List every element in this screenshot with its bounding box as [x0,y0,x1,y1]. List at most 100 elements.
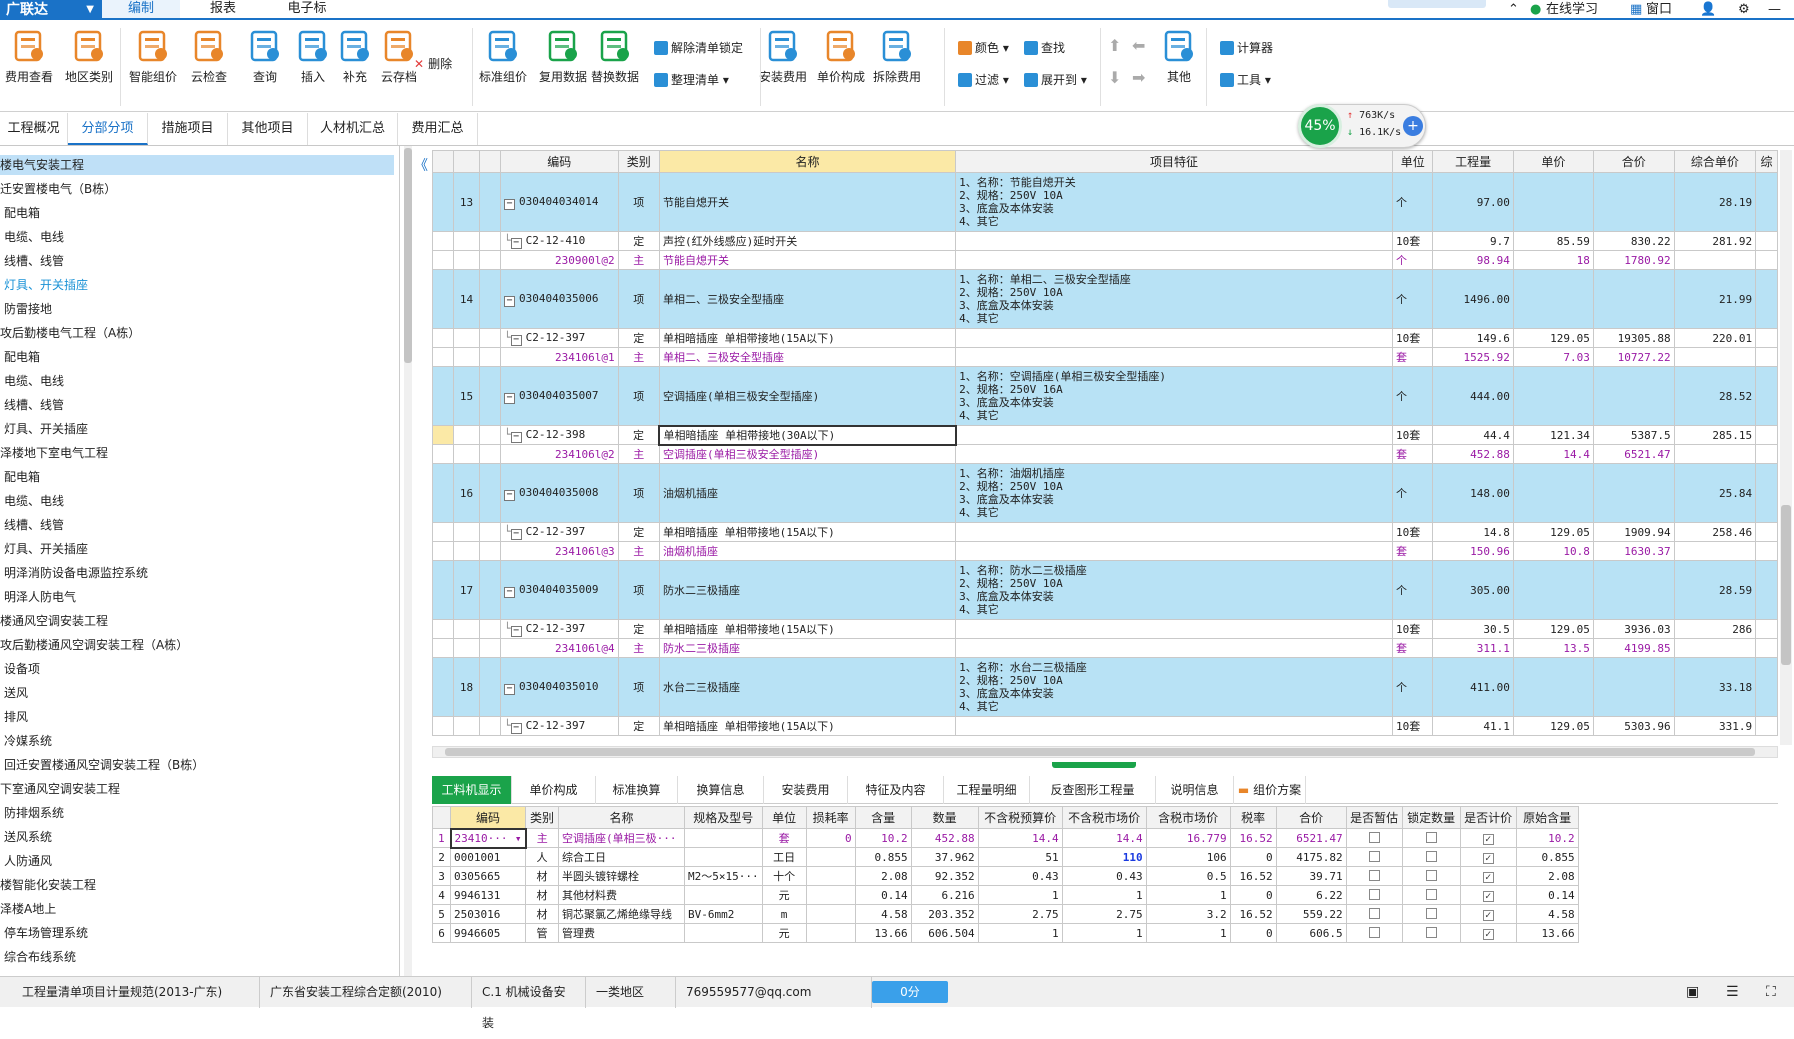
grid-header-cell[interactable]: 工程量 [1432,150,1514,173]
detail-tab-9[interactable]: ▬ 组价方案 [1234,776,1306,804]
grid-cell[interactable] [432,250,455,270]
resource-cell[interactable] [684,923,763,943]
grid-header-cell[interactable]: 名称 [658,150,957,173]
grid-cell[interactable]: 个 [1391,172,1434,232]
resource-cell[interactable] [1345,866,1403,886]
tree-scrollbar-thumb[interactable] [404,148,412,363]
tree-node[interactable]: 灯具、开关插座 [4,275,88,295]
grid-cell[interactable]: 1909.94 [1592,522,1675,542]
grid-cell[interactable]: 13 [453,172,480,232]
grid-cell[interactable]: 129.05 [1512,619,1594,639]
resource-cell[interactable] [1401,885,1461,905]
grid-cell[interactable]: 油烟机插座 [658,541,957,561]
grid-cell[interactable]: 项 [617,560,660,620]
tree-node[interactable]: 电缆、电线 [4,491,64,511]
resource-cell[interactable]: 管 [525,923,559,943]
resource-cell[interactable] [805,885,856,905]
resource-cell[interactable]: 管理费 [558,923,685,943]
grid-row[interactable]: 234106l@4 主 防水二三极插座 套 311.1 13.5 4199.85 [432,638,1778,658]
tree-node[interactable]: 攻后勤楼电气工程（A栋） [0,323,140,343]
resource-cell[interactable] [1345,923,1403,943]
grid-cell[interactable] [432,172,455,232]
grid-cell[interactable]: 30.5 [1432,619,1514,639]
grid-cell[interactable]: 空调插座(单相三极安全型插座) [658,444,957,464]
collapse-panel-icon[interactable]: 《 [414,155,428,175]
grid-cell[interactable]: 10套 [1391,522,1434,542]
resource-cell[interactable]: 半圆头镀锌螺栓 [558,866,685,886]
grid-cell[interactable] [453,638,480,658]
resource-header-cell[interactable]: 是否计价 [1459,806,1517,829]
grid-cell[interactable] [1755,172,1778,232]
tools-button[interactable]: 工具 ▾ [1220,70,1271,90]
grid-cell[interactable]: 1、名称：防水二三极插座 2、规格：250V 10A 3、底盒及本体安装 4、其… [955,560,1393,620]
resource-cell[interactable]: m [761,904,807,924]
grid-cell[interactable] [453,444,480,464]
grid-cell[interactable]: 主 [617,347,660,367]
resource-cell[interactable]: 铜芯聚氯乙烯绝缘导线 [558,904,685,924]
grid-cell[interactable] [1755,619,1778,639]
tree-node[interactable]: 电缆、电线 [4,227,64,247]
grid-cell[interactable]: 水台二三极插座 [658,657,957,717]
resource-cell[interactable]: 2.08 [1515,866,1579,886]
grid-cell[interactable]: 16 [453,463,480,523]
resource-cell[interactable]: 1 [1145,923,1231,943]
checkbox[interactable] [1368,831,1380,843]
checkbox[interactable] [1482,872,1494,883]
grid-cell[interactable] [1755,231,1778,251]
grid-cell[interactable] [955,716,1393,736]
resource-cell[interactable] [1345,885,1403,905]
grid-cell[interactable]: −030404035006 [499,269,619,329]
resource-header-cell[interactable]: 规格及型号 [684,806,763,829]
grid-cell[interactable] [478,328,501,348]
grid-row[interactable]: 15 −030404035007 项 空调插座(单相三极安全型插座) 1、名称：空调插座… [432,366,1778,426]
resource-cell[interactable]: M2～5×15··· [684,866,763,886]
grid-cell[interactable] [478,366,501,426]
ribbon-button-install-cost[interactable]: 安装费用 [754,28,812,85]
detail-tab-3[interactable]: 换算信息 [678,776,764,804]
unlock-list-button[interactable]: 解除清单锁定 [654,38,743,58]
checkbox[interactable] [1425,850,1437,862]
resource-row[interactable]: 6 9946605 管 管理费 元 13.66 606.504 1 1 1 0 606.5 13.66 [432,923,1579,943]
tree-node[interactable]: 下室通风空调安装工程 [0,779,120,799]
collapse-toggle-icon[interactable]: − [510,722,522,734]
grid-cell[interactable]: 套 [1391,541,1434,561]
ribbon-button-list[interactable]: 标准组价 [474,28,532,85]
online-learning-button[interactable]: 在线学习 [1546,0,1598,20]
resource-cell[interactable]: 9946605 [450,923,526,943]
grid-cell[interactable] [453,231,480,251]
fullscreen-icon[interactable]: ⛶ [1756,977,1786,1008]
settings-icon[interactable]: ⚙ [1738,0,1750,20]
grid-cell[interactable]: 129.05 [1512,716,1594,736]
resource-cell[interactable]: 14.4 [977,828,1063,848]
grid-cell[interactable] [478,638,501,658]
resource-cell[interactable] [684,885,763,905]
grid-cell[interactable]: 10套 [1391,328,1434,348]
checkbox[interactable] [1482,853,1494,864]
grid-cell[interactable]: 331.9 [1673,716,1757,736]
grid-cell[interactable]: 套 [1391,444,1434,464]
resource-cell[interactable]: 1 [977,923,1063,943]
grid-cell[interactable] [1673,444,1757,464]
resource-header-cell[interactable]: 损耗率 [805,806,856,829]
grid-cell[interactable]: 18 [1512,250,1594,270]
grid-cell[interactable]: 41.1 [1432,716,1514,736]
grid-cell[interactable] [1592,657,1675,717]
grid-cell[interactable] [432,619,455,639]
resource-cell[interactable]: 0.855 [854,847,912,867]
checkbox[interactable] [1368,869,1380,881]
resource-cell[interactable]: 606.5 [1275,923,1347,943]
grid-cell[interactable]: └ − C2-12-397 [499,522,619,542]
checkbox[interactable] [1482,929,1494,940]
grid-row[interactable]: └ − C2-12-397 定 单相暗插座 单相带接地(15A以下) 10套 14.8 129… [432,522,1778,542]
grid-header-cell[interactable]: 编码 [499,150,619,173]
grid-cell[interactable] [1592,560,1675,620]
resource-header-cell[interactable]: 不含税市场价 [1061,806,1147,829]
grid-scrollbar-thumb[interactable] [1781,505,1791,665]
grid-cell[interactable]: 33.18 [1673,657,1757,717]
collapse-toggle-icon[interactable]: − [503,586,515,598]
grid-cell[interactable]: −030404035010 [499,657,619,717]
grid-cell[interactable] [1673,541,1757,561]
grid-row[interactable]: 14 −030404035006 项 单相二、三极安全型插座 1、名称：单相二、三极安全… [432,269,1778,329]
tree-node[interactable]: 配电箱 [4,203,40,223]
grid-cell[interactable]: 主 [617,638,660,658]
